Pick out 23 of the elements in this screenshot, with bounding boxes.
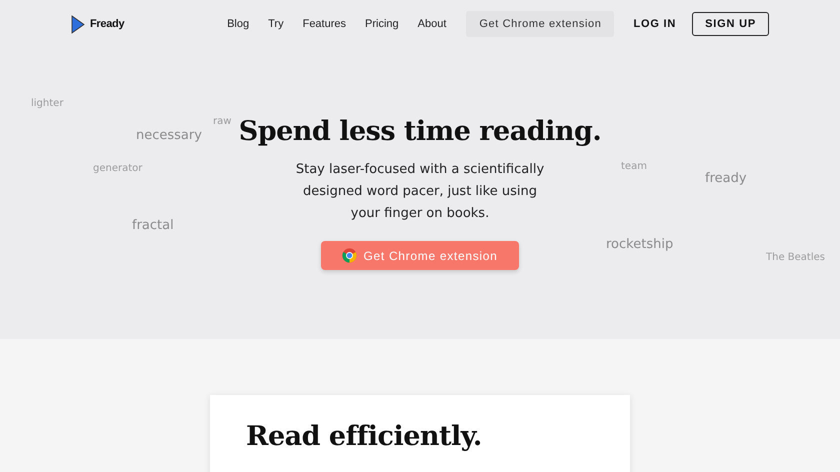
login-button[interactable]: LOG IN [633,14,676,34]
chrome-extension-button[interactable]: Get Chrome extension [466,11,614,37]
floating-word: generator [93,163,142,174]
floating-word: fready [705,171,747,186]
hero-subtitle: Stay laser-focused with a scientifically designed word pacer, just like using your finger on books. [294,161,546,223]
logo-text: Fready [90,18,124,30]
floating-word: team [621,161,647,172]
floating-word: fractal [132,218,174,233]
signup-button[interactable]: SIGN UP [692,12,769,36]
floating-word: raw [213,116,232,127]
chrome-icon [342,248,358,263]
floating-word: lighter [31,98,64,109]
play-logo-icon [71,14,85,34]
hero-title: Spend less time reading. [238,116,602,147]
nav-link[interactable]: Pricing [365,18,399,30]
nav-link[interactable]: Try [268,18,284,30]
nav-link[interactable]: Features [302,18,346,30]
floating-word: The Beatles [766,252,825,263]
section-title: Read efficiently. [246,421,483,452]
floating-word: necessary [136,128,202,143]
floating-word: rocketship [606,237,674,252]
nav-link[interactable]: About [418,18,446,30]
nav-link[interactable]: Blog [227,18,250,30]
